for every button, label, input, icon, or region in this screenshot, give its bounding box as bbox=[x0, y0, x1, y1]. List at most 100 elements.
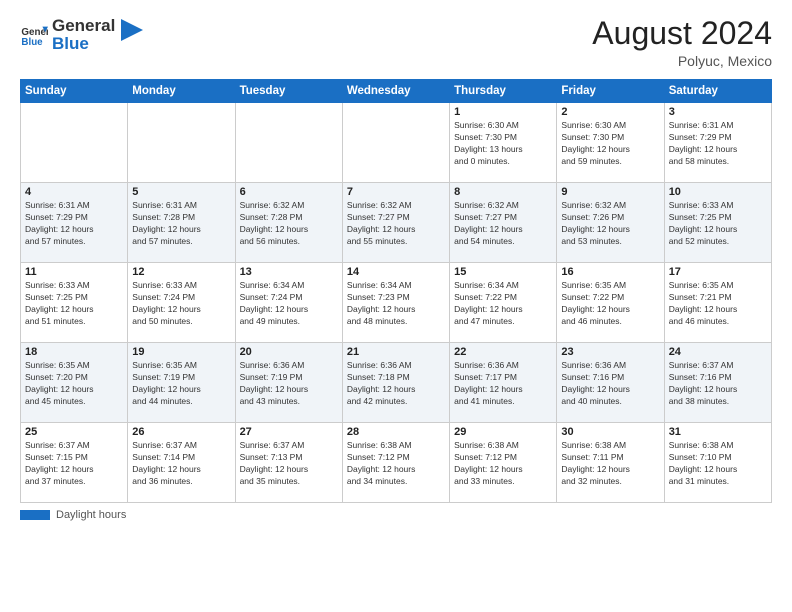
day-number: 9 bbox=[561, 186, 659, 198]
daylight-bar-icon bbox=[20, 510, 50, 520]
day-info: Sunrise: 6:38 AM Sunset: 7:11 PM Dayligh… bbox=[561, 440, 659, 488]
footer-label: Daylight hours bbox=[56, 509, 126, 521]
day-info: Sunrise: 6:36 AM Sunset: 7:19 PM Dayligh… bbox=[240, 360, 338, 408]
calendar-week-row: 25Sunrise: 6:37 AM Sunset: 7:15 PM Dayli… bbox=[21, 423, 772, 503]
calendar-cell: 26 Sunrise: 6:37 AM Sunset: 7:14 PM Dayli… bbox=[128, 423, 235, 503]
day-number: 16 bbox=[561, 266, 659, 278]
logo: General Blue General Blue bbox=[20, 16, 143, 55]
day-number: 31 bbox=[669, 426, 767, 438]
calendar-cell: 25Sunrise: 6:37 AM Sunset: 7:15 PM Dayli… bbox=[21, 423, 128, 503]
day-info: Sunrise: 6:37 AM Sunset: 7:16 PM Dayligh… bbox=[669, 360, 767, 408]
day-number: 21 bbox=[347, 346, 445, 358]
day-info: Sunrise: 6:33 AM Sunset: 7:25 PM Dayligh… bbox=[669, 200, 767, 248]
day-number: 26 bbox=[132, 426, 230, 438]
calendar-cell: 28 Sunrise: 6:38 AM Sunset: 7:12 PM Dayli… bbox=[342, 423, 449, 503]
month-year: August 2024 bbox=[592, 16, 772, 51]
calendar-cell bbox=[128, 103, 235, 183]
day-number: 20 bbox=[240, 346, 338, 358]
calendar-cell: 2 Sunrise: 6:30 AM Sunset: 7:30 PM Daylig… bbox=[557, 103, 664, 183]
day-info: Sunrise: 6:35 AM Sunset: 7:21 PM Dayligh… bbox=[669, 280, 767, 328]
calendar-cell: 11Sunrise: 6:33 AM Sunset: 7:25 PM Dayli… bbox=[21, 263, 128, 343]
day-number: 17 bbox=[669, 266, 767, 278]
day-number: 3 bbox=[669, 106, 767, 118]
calendar-cell: 6Sunrise: 6:32 AM Sunset: 7:28 PM Daylig… bbox=[235, 183, 342, 263]
calendar-cell: 24Sunrise: 6:37 AM Sunset: 7:16 PM Dayli… bbox=[664, 343, 771, 423]
location: Polyuc, Mexico bbox=[592, 53, 772, 69]
day-number: 6 bbox=[240, 186, 338, 198]
calendar-cell: 18 Sunrise: 6:35 AM Sunset: 7:20 PM Dayli… bbox=[21, 343, 128, 423]
day-header-tuesday: Tuesday bbox=[235, 80, 342, 103]
logo-icon: General Blue bbox=[20, 21, 48, 49]
day-info: Sunrise: 6:38 AM Sunset: 7:10 PM Dayligh… bbox=[669, 440, 767, 488]
calendar-cell: 3 Sunrise: 6:31 AM Sunset: 7:29 PM Daylig… bbox=[664, 103, 771, 183]
logo-blue-text: Blue bbox=[52, 34, 115, 54]
calendar-cell: 9 Sunrise: 6:32 AM Sunset: 7:26 PM Daylig… bbox=[557, 183, 664, 263]
day-info: Sunrise: 6:34 AM Sunset: 7:23 PM Dayligh… bbox=[347, 280, 445, 328]
calendar-header-row: SundayMondayTuesdayWednesdayThursdayFrid… bbox=[21, 80, 772, 103]
title-block: August 2024 Polyuc, Mexico bbox=[592, 16, 772, 69]
calendar-cell bbox=[235, 103, 342, 183]
calendar-cell: 23 Sunrise: 6:36 AM Sunset: 7:16 PM Dayli… bbox=[557, 343, 664, 423]
calendar-cell: 21Sunrise: 6:36 AM Sunset: 7:18 PM Dayli… bbox=[342, 343, 449, 423]
logo-general-text: General bbox=[52, 16, 115, 36]
day-info: Sunrise: 6:31 AM Sunset: 7:29 PM Dayligh… bbox=[669, 120, 767, 168]
calendar-cell: 10 Sunrise: 6:33 AM Sunset: 7:25 PM Dayli… bbox=[664, 183, 771, 263]
day-info: Sunrise: 6:37 AM Sunset: 7:13 PM Dayligh… bbox=[240, 440, 338, 488]
day-info: Sunrise: 6:34 AM Sunset: 7:22 PM Dayligh… bbox=[454, 280, 552, 328]
calendar-cell: 30Sunrise: 6:38 AM Sunset: 7:11 PM Dayli… bbox=[557, 423, 664, 503]
day-info: Sunrise: 6:37 AM Sunset: 7:14 PM Dayligh… bbox=[132, 440, 230, 488]
day-number: 18 bbox=[25, 346, 123, 358]
day-info: Sunrise: 6:31 AM Sunset: 7:29 PM Dayligh… bbox=[25, 200, 123, 248]
day-info: Sunrise: 6:36 AM Sunset: 7:16 PM Dayligh… bbox=[561, 360, 659, 408]
calendar-cell: 27 Sunrise: 6:37 AM Sunset: 7:13 PM Dayli… bbox=[235, 423, 342, 503]
calendar-cell: 22Sunrise: 6:36 AM Sunset: 7:17 PM Dayli… bbox=[450, 343, 557, 423]
calendar-cell: 31 Sunrise: 6:38 AM Sunset: 7:10 PM Dayli… bbox=[664, 423, 771, 503]
day-number: 12 bbox=[132, 266, 230, 278]
day-number: 7 bbox=[347, 186, 445, 198]
day-number: 28 bbox=[347, 426, 445, 438]
calendar-cell: 20 Sunrise: 6:36 AM Sunset: 7:19 PM Dayli… bbox=[235, 343, 342, 423]
footer: Daylight hours bbox=[20, 509, 772, 521]
day-info: Sunrise: 6:31 AM Sunset: 7:28 PM Dayligh… bbox=[132, 200, 230, 248]
calendar-week-row: 1 Sunrise: 6:30 AM Sunset: 7:30 PM Daylig… bbox=[21, 103, 772, 183]
calendar-week-row: 11Sunrise: 6:33 AM Sunset: 7:25 PM Dayli… bbox=[21, 263, 772, 343]
day-number: 27 bbox=[240, 426, 338, 438]
day-header-sunday: Sunday bbox=[21, 80, 128, 103]
day-number: 4 bbox=[25, 186, 123, 198]
calendar-week-row: 18 Sunrise: 6:35 AM Sunset: 7:20 PM Dayli… bbox=[21, 343, 772, 423]
calendar-cell: 5Sunrise: 6:31 AM Sunset: 7:28 PM Daylig… bbox=[128, 183, 235, 263]
day-info: Sunrise: 6:34 AM Sunset: 7:24 PM Dayligh… bbox=[240, 280, 338, 328]
calendar-table: SundayMondayTuesdayWednesdayThursdayFrid… bbox=[20, 79, 772, 503]
calendar-cell: 15 Sunrise: 6:34 AM Sunset: 7:22 PM Dayli… bbox=[450, 263, 557, 343]
calendar-cell: 12 Sunrise: 6:33 AM Sunset: 7:24 PM Dayli… bbox=[128, 263, 235, 343]
calendar-cell: 19Sunrise: 6:35 AM Sunset: 7:19 PM Dayli… bbox=[128, 343, 235, 423]
calendar-cell: 4 Sunrise: 6:31 AM Sunset: 7:29 PM Daylig… bbox=[21, 183, 128, 263]
day-info: Sunrise: 6:32 AM Sunset: 7:26 PM Dayligh… bbox=[561, 200, 659, 248]
day-info: Sunrise: 6:38 AM Sunset: 7:12 PM Dayligh… bbox=[347, 440, 445, 488]
calendar-cell bbox=[342, 103, 449, 183]
day-info: Sunrise: 6:35 AM Sunset: 7:22 PM Dayligh… bbox=[561, 280, 659, 328]
svg-text:Blue: Blue bbox=[21, 37, 43, 48]
day-number: 8 bbox=[454, 186, 552, 198]
day-info: Sunrise: 6:30 AM Sunset: 7:30 PM Dayligh… bbox=[561, 120, 659, 168]
day-info: Sunrise: 6:33 AM Sunset: 7:25 PM Dayligh… bbox=[25, 280, 123, 328]
calendar-cell: 13 Sunrise: 6:34 AM Sunset: 7:24 PM Dayli… bbox=[235, 263, 342, 343]
day-number: 29 bbox=[454, 426, 552, 438]
day-number: 10 bbox=[669, 186, 767, 198]
calendar-cell bbox=[21, 103, 128, 183]
calendar-cell: 17 Sunrise: 6:35 AM Sunset: 7:21 PM Dayli… bbox=[664, 263, 771, 343]
calendar-cell: 1 Sunrise: 6:30 AM Sunset: 7:30 PM Daylig… bbox=[450, 103, 557, 183]
day-info: Sunrise: 6:30 AM Sunset: 7:30 PM Dayligh… bbox=[454, 120, 552, 168]
day-info: Sunrise: 6:37 AM Sunset: 7:15 PM Dayligh… bbox=[25, 440, 123, 488]
day-number: 1 bbox=[454, 106, 552, 118]
day-info: Sunrise: 6:35 AM Sunset: 7:20 PM Dayligh… bbox=[25, 360, 123, 408]
day-info: Sunrise: 6:33 AM Sunset: 7:24 PM Dayligh… bbox=[132, 280, 230, 328]
page-header: General Blue General Blue August 2024 Po… bbox=[20, 16, 772, 69]
calendar-cell: 14Sunrise: 6:34 AM Sunset: 7:23 PM Dayli… bbox=[342, 263, 449, 343]
day-number: 13 bbox=[240, 266, 338, 278]
day-info: Sunrise: 6:38 AM Sunset: 7:12 PM Dayligh… bbox=[454, 440, 552, 488]
day-number: 2 bbox=[561, 106, 659, 118]
day-number: 15 bbox=[454, 266, 552, 278]
day-number: 23 bbox=[561, 346, 659, 358]
calendar-week-row: 4 Sunrise: 6:31 AM Sunset: 7:29 PM Daylig… bbox=[21, 183, 772, 263]
